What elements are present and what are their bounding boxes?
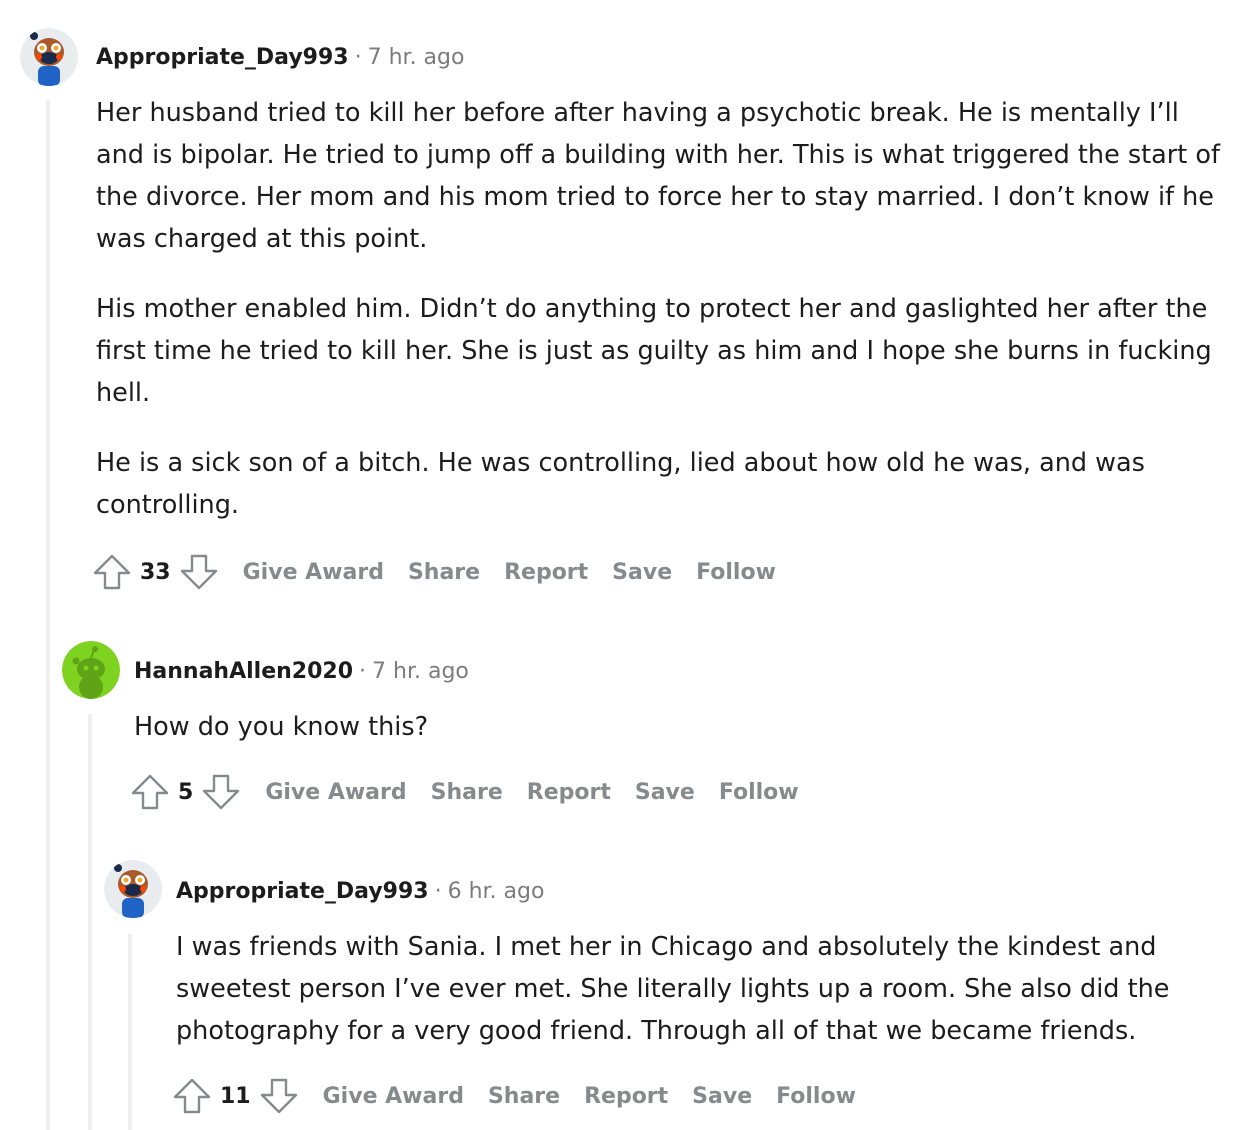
give-award-button[interactable]: Give Award xyxy=(323,1084,464,1109)
comment-paragraph: He is a sick son of a bitch. He was cont… xyxy=(96,448,1145,520)
save-button[interactable]: Save xyxy=(635,780,695,805)
comment-actions: 5 Give Award Share Report Save Follow xyxy=(130,770,799,814)
snoo-owl-avatar-icon xyxy=(20,28,78,86)
vote-score: 11 xyxy=(220,1083,251,1109)
comment-meta: Appropriate_Day993 · 6 hr. ago xyxy=(176,878,544,906)
share-button[interactable]: Share xyxy=(408,560,480,585)
report-button[interactable]: Report xyxy=(584,1084,668,1109)
separator-dot: · xyxy=(354,45,362,70)
save-button[interactable]: Save xyxy=(692,1084,752,1109)
avatar[interactable] xyxy=(62,641,120,699)
comment-meta: HannahAllen2020 · 7 hr. ago xyxy=(134,658,469,686)
comment-actions: 11 Give Award Share Report Save Follow xyxy=(172,1074,856,1118)
comment-body: Her husband tried to kill her before aft… xyxy=(96,92,1226,554)
avatar[interactable] xyxy=(20,28,78,86)
comment-meta: Appropriate_Day993 · 7 hr. ago xyxy=(96,44,464,72)
snoo-default-green-avatar-icon xyxy=(62,641,120,699)
give-award-button[interactable]: Give Award xyxy=(265,780,406,805)
upvote-arrow-icon[interactable] xyxy=(130,772,170,812)
thread-line-level-3[interactable] xyxy=(128,934,132,1130)
comment-body: How do you know this? xyxy=(134,706,1214,776)
downvote-arrow-icon[interactable] xyxy=(259,1076,299,1116)
vote-score: 5 xyxy=(178,779,194,805)
give-award-button[interactable]: Give Award xyxy=(243,560,384,585)
timestamp[interactable]: 7 hr. ago xyxy=(368,45,465,70)
follow-button[interactable]: Follow xyxy=(719,780,799,805)
report-button[interactable]: Report xyxy=(504,560,588,585)
separator-dot: · xyxy=(359,659,367,684)
share-button[interactable]: Share xyxy=(488,1084,560,1109)
comment-paragraph: I was friends with Sania. I met her in C… xyxy=(176,932,1170,1046)
thread-line-level-1[interactable] xyxy=(46,100,50,1130)
upvote-arrow-icon[interactable] xyxy=(92,552,132,592)
thread-line-level-2[interactable] xyxy=(88,714,92,1130)
timestamp[interactable]: 6 hr. ago xyxy=(448,879,545,904)
comment-paragraph: Her husband tried to kill her before aft… xyxy=(96,98,1220,254)
save-button[interactable]: Save xyxy=(612,560,672,585)
follow-button[interactable]: Follow xyxy=(776,1084,856,1109)
comment-actions: 33 Give Award Share Report Save Follow xyxy=(92,550,776,594)
upvote-arrow-icon[interactable] xyxy=(172,1076,212,1116)
separator-dot: · xyxy=(434,879,442,904)
username[interactable]: HannahAllen2020 xyxy=(134,659,353,684)
comment-paragraph: His mother enabled him. Didn’t do anythi… xyxy=(96,294,1212,408)
share-button[interactable]: Share xyxy=(431,780,503,805)
vote-score: 33 xyxy=(140,559,171,585)
snoo-owl-avatar-icon xyxy=(104,860,162,918)
comment-paragraph: How do you know this? xyxy=(134,712,429,742)
avatar[interactable] xyxy=(104,860,162,918)
follow-button[interactable]: Follow xyxy=(696,560,776,585)
downvote-arrow-icon[interactable] xyxy=(201,772,241,812)
report-button[interactable]: Report xyxy=(527,780,611,805)
username[interactable]: Appropriate_Day993 xyxy=(96,45,349,70)
comment-body: I was friends with Sania. I met her in C… xyxy=(176,926,1216,1080)
timestamp[interactable]: 7 hr. ago xyxy=(372,659,469,684)
username[interactable]: Appropriate_Day993 xyxy=(176,879,429,904)
downvote-arrow-icon[interactable] xyxy=(179,552,219,592)
